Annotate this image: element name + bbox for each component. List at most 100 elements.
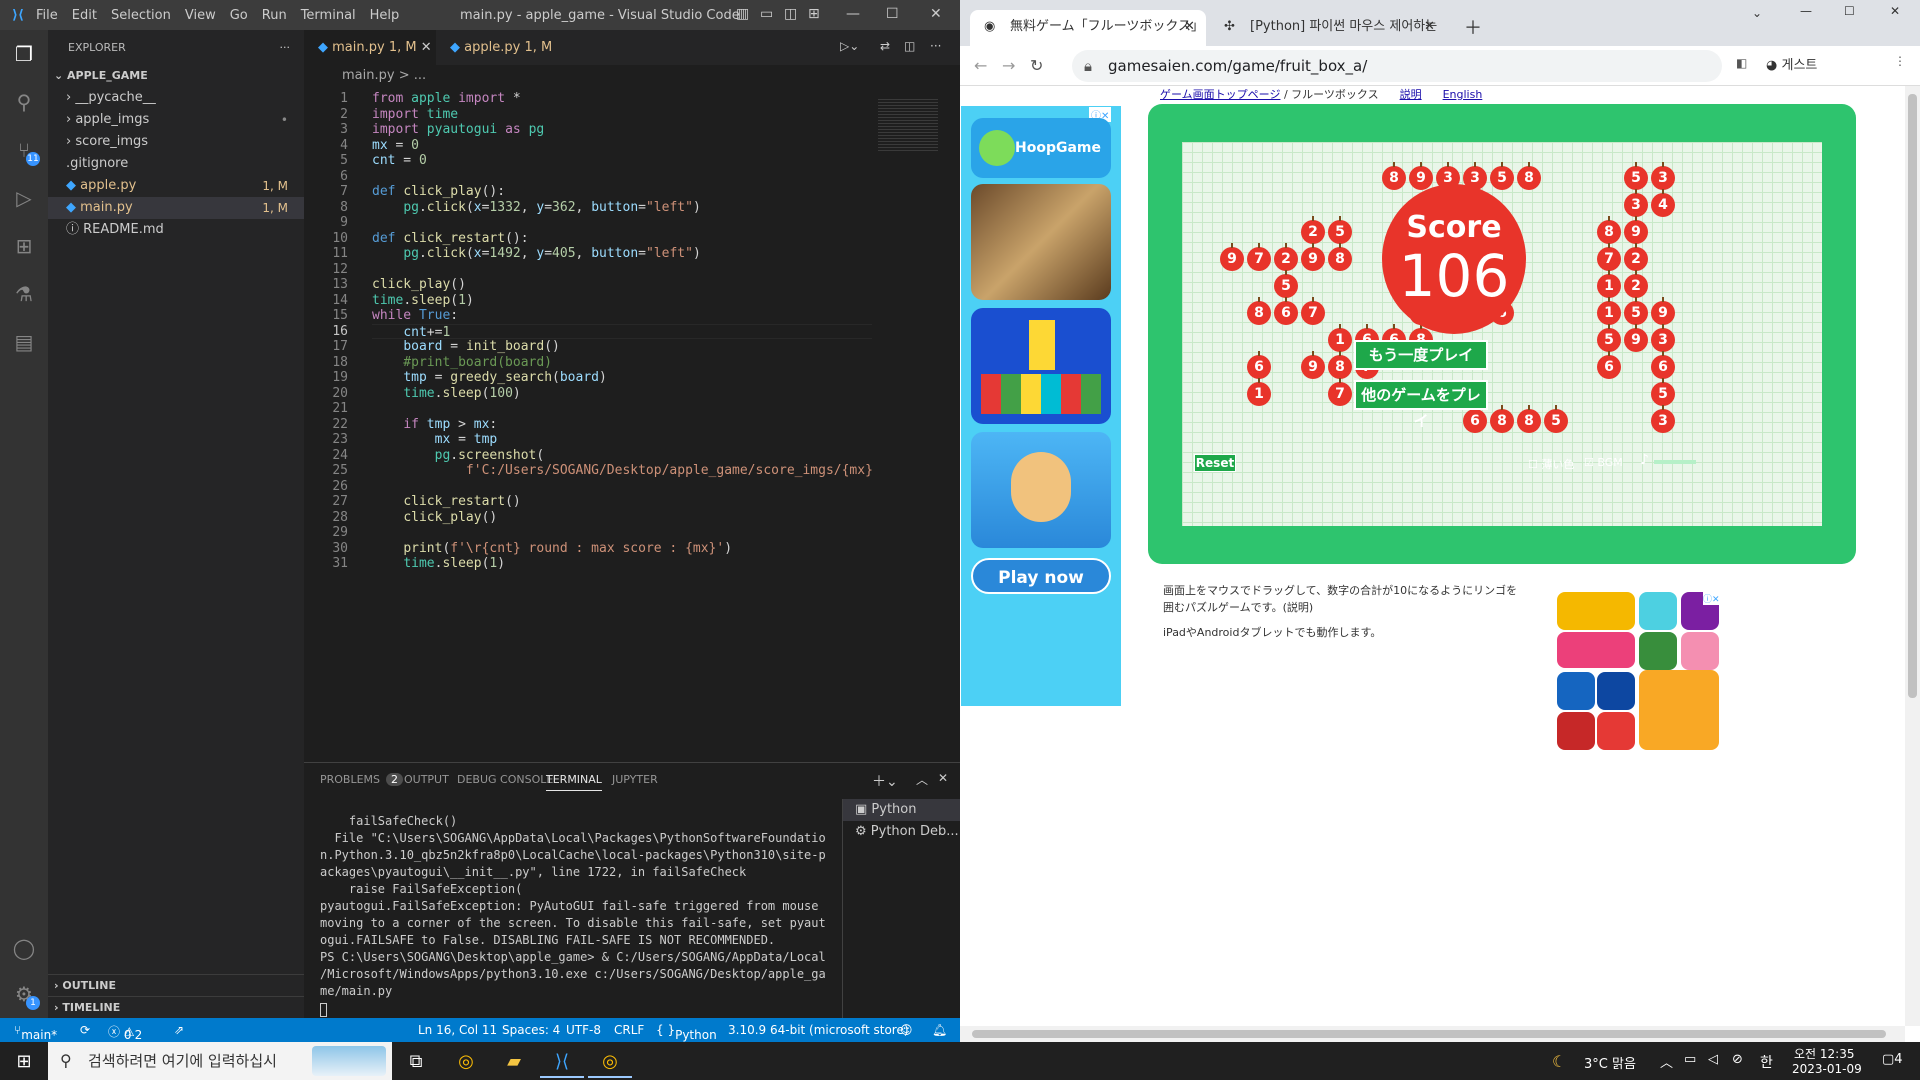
feedback-icon[interactable]: ☺ xyxy=(900,1023,913,1037)
code-line[interactable]: pg.click(x=1332, y=362, button="left") xyxy=(372,200,700,216)
ad-play-now-button[interactable]: Play now xyxy=(971,558,1111,594)
code-line[interactable]: import pyautogui as pg xyxy=(372,122,544,138)
terminal-item-python[interactable]: ▣ Python xyxy=(843,799,960,821)
tray-chevron-icon[interactable]: ︿ xyxy=(1660,1052,1673,1071)
apple-tile[interactable]: 2 xyxy=(1624,243,1648,271)
ad-game-image[interactable] xyxy=(1557,632,1635,668)
apple-tile[interactable]: 8 xyxy=(1328,351,1352,379)
code-line[interactable]: import time xyxy=(372,107,458,123)
clock-date[interactable]: 2023-01-09 xyxy=(1792,1062,1862,1076)
sidebar-toggle-icon[interactable]: ◫ xyxy=(784,6,797,22)
code-line[interactable]: click_restart() xyxy=(372,494,520,510)
play-again-button[interactable]: もう一度プレイ xyxy=(1354,340,1488,370)
code-line[interactable]: from apple import * xyxy=(372,91,521,107)
timeline-section[interactable]: › TIMELINE xyxy=(48,996,304,1018)
reset-button[interactable]: Reset xyxy=(1194,454,1236,472)
apple-tile[interactable]: 4 xyxy=(1651,189,1675,217)
apple-tile[interactable]: 9 xyxy=(1624,216,1648,244)
apple-tile[interactable]: 3 xyxy=(1651,162,1675,190)
apple-tile[interactable]: 8 xyxy=(1247,297,1271,325)
apple-tile[interactable]: 5 xyxy=(1274,270,1298,298)
code-editor[interactable]: 1 from apple import * 2 import time 3 import … xyxy=(304,87,880,587)
apple-tile[interactable]: 9 xyxy=(1624,324,1648,352)
close-tab-icon[interactable]: ✕ xyxy=(421,40,432,55)
apple-tile[interactable]: 8 xyxy=(1517,405,1541,433)
side-panel-icon[interactable]: ◧ xyxy=(1736,56,1747,70)
address-bar[interactable]: 🔒︎ gamesaien.com/game/fruit_box_a/ xyxy=(1072,50,1722,82)
maximize-button[interactable]: ☐ xyxy=(1844,4,1855,18)
problems-status[interactable]: ⓧ 0 ⚠ 2 xyxy=(108,1023,142,1042)
close-tab-icon[interactable]: ✕ xyxy=(1424,10,1435,44)
menu-item-run[interactable]: Run xyxy=(262,8,287,23)
code-line[interactable]: while True: xyxy=(372,308,458,324)
testing-icon[interactable]: ⚗ xyxy=(10,280,38,308)
file-tree-item[interactable]: ◆ main.py 1, M xyxy=(48,197,304,219)
extensions-icon[interactable]: ⊞ xyxy=(10,232,38,260)
reload-icon[interactable]: ↻ xyxy=(1030,56,1043,75)
right-ad-banner[interactable]: ⓘ✕ xyxy=(1557,592,1727,772)
code-line[interactable]: cnt = 0 xyxy=(372,153,427,169)
apple-tile[interactable]: 8 xyxy=(1517,162,1541,190)
apple-tile[interactable]: 5 xyxy=(1490,162,1514,190)
ad-hidden-object-game-image[interactable] xyxy=(971,184,1111,300)
line-ending[interactable]: CRLF xyxy=(614,1023,644,1037)
left-ad-banner[interactable]: ⓘ✕ HoopGame Play now xyxy=(961,106,1121,706)
tab-apple-py[interactable]: ◆ apple.py 1, M xyxy=(436,30,564,65)
vertical-scrollbar[interactable] xyxy=(1905,86,1920,1026)
apple-tile[interactable]: 6 xyxy=(1651,351,1675,379)
live-share-icon[interactable]: ⇗ xyxy=(174,1023,184,1037)
menu-item-file[interactable]: File xyxy=(36,8,58,23)
language-mode[interactable]: { } Python xyxy=(656,1023,717,1042)
apple-tile[interactable]: 9 xyxy=(1651,297,1675,325)
tab-search-icon[interactable]: ⌄ xyxy=(1752,6,1762,20)
open-changes-icon[interactable]: ⇄ xyxy=(880,39,890,53)
breadcrumb[interactable]: main.py > ... xyxy=(304,65,960,87)
menu-item-edit[interactable]: Edit xyxy=(72,8,97,23)
windows-start-icon[interactable]: ⊞ xyxy=(2,1046,46,1078)
branch-status[interactable]: ⑂ main* xyxy=(14,1023,57,1042)
ad-temple-run-image[interactable] xyxy=(1639,670,1719,750)
layout-icon[interactable]: ▥ xyxy=(736,6,749,22)
close-button[interactable]: ✕ xyxy=(1890,4,1900,18)
ad-game-image[interactable] xyxy=(1557,712,1595,750)
code-line[interactable]: f'C:/Users/SOGANG/Desktop/apple_game/sco… xyxy=(372,463,881,479)
apple-tile[interactable]: 1 xyxy=(1597,270,1621,298)
code-line[interactable]: if tmp > mx: xyxy=(372,417,497,433)
file-explorer-icon[interactable]: ▰ xyxy=(492,1046,536,1078)
browser-tab-fruitbox[interactable]: ◉ 無料ゲーム「フルーツボックス」 ✕ xyxy=(970,10,1206,46)
browser-tab-python[interactable]: ✣ [Python] 파이썬 마우스 제어하는 ✕ xyxy=(1210,10,1446,46)
search-icon[interactable]: ⚲ xyxy=(10,88,38,116)
menu-item-go[interactable]: Go xyxy=(230,8,248,23)
apple-tile[interactable]: 5 xyxy=(1328,216,1352,244)
back-icon[interactable]: ← xyxy=(974,56,987,75)
outline-section[interactable]: › OUTLINE xyxy=(48,974,304,996)
apple-tile[interactable]: 1 xyxy=(1328,324,1352,352)
apple-tile[interactable]: 7 xyxy=(1301,297,1325,325)
panel-tab-problems[interactable]: PROBLEMS 2 xyxy=(320,773,404,786)
volume-icon[interactable]: ◁ xyxy=(1708,1052,1718,1067)
taskbar-search-box[interactable]: ⚲ 검색하려면 여기에 입력하십시 xyxy=(48,1042,392,1080)
weather-text[interactable]: 3°C 맑음 xyxy=(1584,1053,1636,1072)
new-terminal-icon[interactable]: ＋⌄ xyxy=(872,771,898,791)
apple-tile[interactable]: 1 xyxy=(1597,297,1621,325)
menu-item-help[interactable]: Help xyxy=(370,8,400,23)
apple-tile[interactable]: 5 xyxy=(1624,162,1648,190)
ad-logo[interactable]: HoopGame xyxy=(971,118,1111,178)
apple-tile[interactable]: 3 xyxy=(1624,189,1648,217)
ad-game-image[interactable] xyxy=(1639,632,1677,670)
ad-choices-icon[interactable]: ⓘ✕ xyxy=(1703,592,1720,605)
menu-item-view[interactable]: View xyxy=(185,8,216,23)
code-line[interactable]: time.sleep(100) xyxy=(372,386,520,402)
light-color-checkbox[interactable]: ☐ 薄い色 xyxy=(1528,456,1574,472)
apple-tile[interactable]: 2 xyxy=(1274,243,1298,271)
notification-center-icon[interactable]: ▢4 xyxy=(1882,1052,1903,1067)
panel-tab-terminal[interactable]: TERMINAL xyxy=(546,773,602,791)
menu-item-selection[interactable]: Selection xyxy=(111,8,171,23)
project-folder[interactable]: ⌄ APPLE_GAME xyxy=(48,65,304,87)
code-line[interactable]: mx = tmp xyxy=(372,432,498,448)
apple-tile[interactable]: 3 xyxy=(1651,324,1675,352)
python-interpreter[interactable]: 3.10.9 64-bit (microsoft store) xyxy=(728,1023,909,1037)
vscode-taskbar-icon[interactable]: ⟩⟨ xyxy=(540,1046,584,1078)
apple-grid[interactable]: 8933585334258997298725128679261591668593… xyxy=(1182,142,1822,526)
apple-tile[interactable]: 8 xyxy=(1382,162,1406,190)
